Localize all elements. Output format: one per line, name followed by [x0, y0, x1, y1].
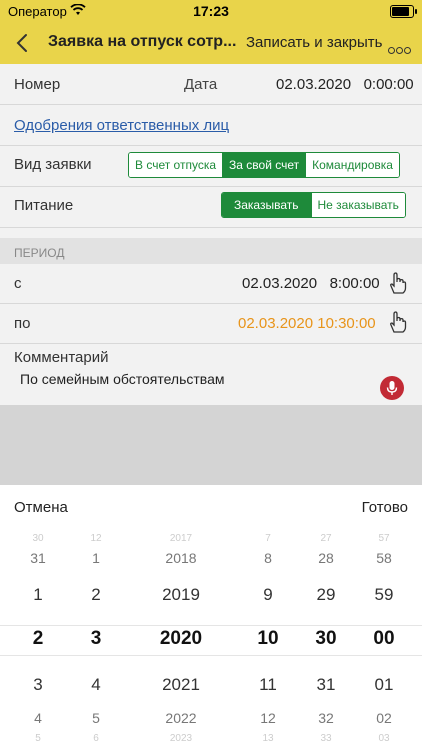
dimmed-overlay — [0, 405, 422, 485]
picker-selected-value[interactable]: 2020 — [151, 628, 211, 650]
picker-value[interactable]: 58 — [354, 550, 414, 566]
battery-icon — [390, 5, 417, 18]
picker-value[interactable]: 27 — [296, 533, 356, 544]
approvals-link[interactable]: Одобрения ответственных лиц — [14, 117, 229, 134]
request-type-option[interactable]: Командировка — [306, 153, 399, 177]
approvals-row: Одобрения ответственных лиц — [0, 105, 422, 146]
picker-value[interactable]: 11 — [238, 675, 298, 695]
meal-option[interactable]: Заказывать — [222, 193, 312, 217]
request-type-segmented: В счет отпуска За свой счет Командировка — [128, 152, 400, 178]
from-label: с — [14, 275, 22, 292]
picker-value[interactable]: 33 — [296, 733, 356, 744]
picker-value[interactable]: 29 — [296, 585, 356, 605]
from-value[interactable]: 02.03.2020 8:00:00 — [242, 275, 380, 292]
number-label: Номер — [14, 76, 61, 93]
meal-row: Питание Заказывать Не заказывать — [0, 187, 422, 228]
tap-hand-icon[interactable] — [386, 271, 408, 295]
clock: 17:23 — [193, 3, 229, 19]
microphone-icon[interactable] — [380, 376, 404, 400]
picker-value[interactable]: 28 — [296, 550, 356, 566]
number-date-row: Номер Дата 02.03.2020 0:00:00 — [0, 64, 422, 105]
to-label: по — [14, 315, 31, 332]
period-header-label: ПЕРИОД — [14, 246, 65, 260]
picker-value[interactable]: 9 — [238, 585, 298, 605]
picker-selected-value[interactable]: 10 — [238, 628, 298, 650]
picker-value[interactable]: 2022 — [151, 710, 211, 726]
picker-value[interactable]: 7 — [238, 533, 298, 544]
period-section-header: ПЕРИОД — [0, 238, 422, 264]
comment-label: Комментарий — [14, 349, 109, 366]
picker-selected-value[interactable]: 2 — [8, 628, 68, 650]
picker-value[interactable]: 2021 — [151, 675, 211, 695]
picker-value[interactable]: 1 — [66, 550, 126, 566]
picker-value[interactable]: 4 — [8, 710, 68, 726]
date-label: Дата — [184, 76, 218, 93]
picker-value[interactable]: 5 — [66, 710, 126, 726]
picker-value[interactable]: 1 — [8, 585, 68, 605]
picker-value[interactable]: 2018 — [151, 550, 211, 566]
request-form: Номер Дата 02.03.2020 0:00:00 Одобрения … — [0, 64, 422, 405]
nav-bar: Заявка на отпуск сотр... Записать и закр… — [0, 22, 422, 64]
date-time-picker: Отмена Готово 30 31 1 2 3 4 5 12 1 2 3 4 5 6 2017 2018 2… — [0, 485, 422, 750]
tap-hand-icon[interactable] — [386, 310, 408, 334]
picker-value[interactable]: 6 — [66, 733, 126, 744]
picker-value[interactable]: 2 — [66, 585, 126, 605]
to-value[interactable]: 02.03.2020 10:30:00 — [238, 315, 376, 332]
request-type-option[interactable]: В счет отпуска — [129, 153, 224, 177]
selection-line-bottom — [0, 655, 422, 656]
picker-value[interactable]: 12 — [66, 533, 126, 544]
meal-option[interactable]: Не заказывать — [311, 193, 405, 217]
picker-value[interactable]: 32 — [296, 710, 356, 726]
request-type-label: Вид заявки — [14, 156, 92, 173]
request-type-option[interactable]: За свой счет — [223, 153, 307, 177]
picker-value[interactable]: 8 — [238, 550, 298, 566]
from-row: с 02.03.2020 8:00:00 — [0, 264, 422, 304]
picker-value[interactable]: 30 — [8, 533, 68, 544]
save-and-close-button[interactable]: Записать и закрыть — [246, 34, 382, 51]
picker-value[interactable]: 02 — [354, 710, 414, 726]
picker-value[interactable]: 5 — [8, 733, 68, 744]
status-bar: Оператор 17:23 — [0, 0, 422, 22]
picker-selected-value[interactable]: 00 — [354, 628, 414, 650]
picker-value[interactable]: 2023 — [151, 733, 211, 744]
picker-value[interactable]: 31 — [296, 675, 356, 695]
to-row: по 02.03.2020 10:30:00 — [0, 304, 422, 344]
picker-value[interactable]: 13 — [238, 733, 298, 744]
picker-value[interactable]: 3 — [8, 675, 68, 695]
picker-value[interactable]: 01 — [354, 675, 414, 695]
more-icon[interactable] — [388, 41, 412, 59]
date-value[interactable]: 02.03.2020 0:00:00 — [276, 76, 414, 93]
picker-value[interactable]: 2019 — [151, 585, 211, 605]
back-chevron-icon[interactable] — [10, 30, 36, 56]
selection-line-top — [0, 625, 422, 626]
comment-value[interactable]: По семейным обстоятельствам — [20, 371, 224, 387]
picker-value[interactable]: 31 — [8, 550, 68, 566]
request-type-row: Вид заявки В счет отпуска За свой счет К… — [0, 146, 422, 187]
page-title: Заявка на отпуск сотр... — [48, 33, 237, 50]
picker-selected-value[interactable]: 3 — [66, 628, 126, 650]
picker-value[interactable]: 03 — [354, 733, 414, 744]
picker-value[interactable]: 12 — [238, 710, 298, 726]
meal-label: Питание — [14, 197, 74, 214]
picker-value[interactable]: 59 — [354, 585, 414, 605]
picker-value[interactable]: 4 — [66, 675, 126, 695]
picker-value[interactable]: 2017 — [151, 533, 211, 544]
meal-segmented: Заказывать Не заказывать — [221, 192, 406, 218]
picker-selected-value[interactable]: 30 — [296, 628, 356, 650]
done-button[interactable]: Готово — [362, 499, 408, 516]
picker-value[interactable]: 57 — [354, 533, 414, 544]
cancel-button[interactable]: Отмена — [14, 499, 68, 516]
